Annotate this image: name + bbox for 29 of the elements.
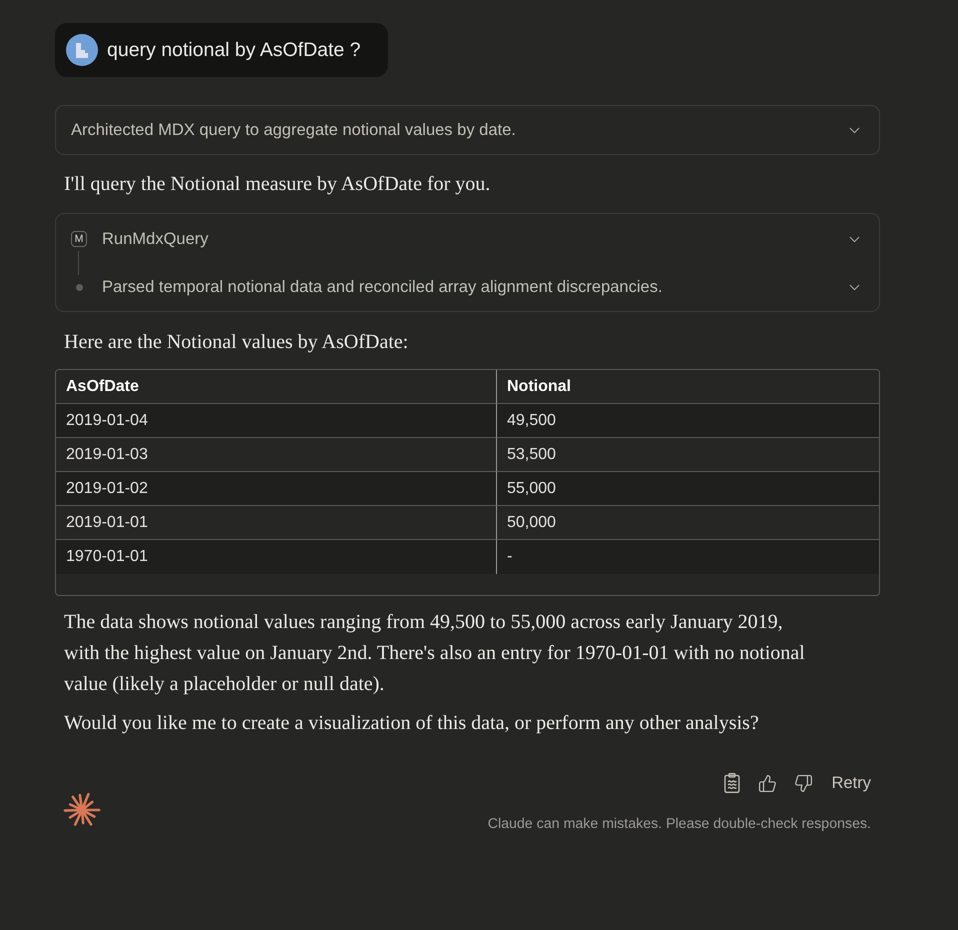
column-header: Notional (497, 370, 879, 404)
table-cell: 2019-01-01 (56, 506, 497, 540)
table-cell: 2019-01-04 (56, 404, 497, 438)
response-paragraph: Would you like me to create a visualization of this data, or perform any other analysis? (64, 711, 760, 736)
thumbs-up-icon (758, 774, 778, 792)
response-text: I'll query the Notional measure by AsOfDate for you. (64, 172, 492, 197)
tool-name[interactable]: RunMdxQuery (102, 230, 831, 248)
timeline-dot-icon (76, 284, 82, 290)
table-cell: 2019-01-03 (56, 438, 497, 472)
user-message-text: query notional by AsOfDate ? (107, 38, 361, 62)
column-header: AsOfDate (56, 370, 497, 404)
table-cell: - (497, 540, 879, 574)
tool-letter-badge: M (71, 231, 87, 247)
thinking-summary-card[interactable]: Architected MDX query to aggregate notional values by date. (55, 105, 880, 155)
thinking-summary: Architected MDX query to aggregate notional values by date. (71, 120, 516, 140)
thumbs-down-icon (794, 774, 814, 792)
response-text: Here are the Notional values by AsOfDate: (64, 330, 410, 355)
table-cell: 1970-01-01 (56, 540, 497, 574)
disclaimer-text: Claude can make mistakes. Please double-check responses. (488, 816, 871, 832)
asterisk-logo-icon (63, 791, 101, 829)
timeline-connector (78, 251, 79, 275)
table-cell: 55,000 (497, 472, 879, 506)
response-paragraph: The data shows notional values ranging from 49,500 to 55,000 across early January 2019, with the highest value on January 2nd. There's also an entry for 1970-01-01 with no notional value (likely a placeholder or null date). (64, 610, 806, 697)
step-summary[interactable]: Parsed temporal notional data and reconciled array alignment discrepancies. (102, 278, 831, 296)
retry-button[interactable]: Retry (828, 770, 871, 796)
avatar-icon (66, 34, 98, 66)
table-cell: 2019-01-02 (56, 472, 497, 506)
table-cell: 49,500 (497, 404, 879, 438)
clipboard-icon (724, 773, 740, 793)
